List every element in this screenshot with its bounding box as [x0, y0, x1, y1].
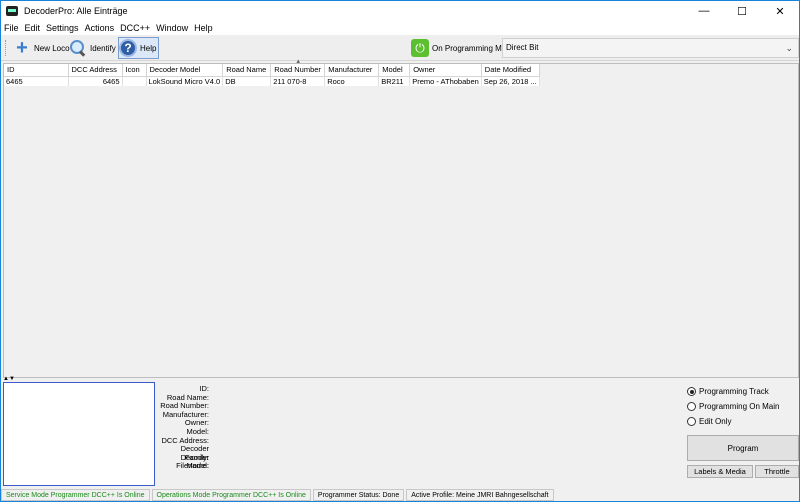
column-header-dcc-address[interactable]: DCC Address	[68, 64, 123, 77]
menu-settings[interactable]: Settings	[46, 23, 79, 33]
column-header-id[interactable]: ID	[4, 64, 69, 77]
details-pane: ID: Road Name: Road Number: Manufacturer…	[3, 382, 799, 488]
column-header-owner[interactable]: Owner	[409, 64, 482, 77]
detail-label-filename: Filename:	[176, 461, 209, 471]
radio-programming-track-label: Programming Track	[699, 387, 769, 396]
menu-actions[interactable]: Actions	[85, 23, 115, 33]
cell-decoder-model[interactable]: LokSound Micro V4.0	[146, 76, 224, 86]
column-header-date-modified[interactable]: Date Modified	[481, 64, 540, 77]
table-row[interactable]: 6465 6465 LokSound Micro V4.0 DB 211 070…	[4, 76, 540, 86]
column-header-road-number[interactable]: ▲ Road Number	[270, 59, 326, 77]
cell-road-number[interactable]: 211 070-8	[270, 76, 326, 86]
main-window: DecoderPro: Alle Einträge — ☐ ✕ File Edi…	[0, 0, 800, 502]
programming-mode-select[interactable]: Direct Bit ⌄	[502, 38, 799, 58]
maximize-button[interactable]: ☐	[723, 1, 761, 21]
identify-label: Identify	[90, 43, 116, 53]
radio-edit-only-circle[interactable]	[687, 417, 696, 426]
status-programmer: Programmer Status: Done	[312, 489, 405, 501]
menu-dccpp[interactable]: DCC++	[120, 23, 150, 33]
plus-icon: +	[16, 37, 28, 59]
programming-mode-value: Direct Bit	[506, 43, 539, 52]
status-operations-mode: Operations Mode Programmer DCC++ Is Onli…	[151, 489, 311, 501]
column-header-road-name[interactable]: Road Name	[222, 64, 272, 77]
cell-dcc-address[interactable]: 6465	[68, 76, 123, 86]
cell-icon[interactable]	[122, 76, 147, 86]
radio-programming-on-main-label: Programming On Main	[699, 402, 780, 411]
radio-programming-track-circle[interactable]	[687, 387, 696, 396]
radio-programming-on-main[interactable]: Programming On Main	[687, 399, 779, 414]
column-header-manufacturer[interactable]: Manufacturer	[324, 64, 380, 77]
radio-programming-track[interactable]: Programming Track	[687, 384, 779, 399]
menu-edit[interactable]: Edit	[25, 23, 41, 33]
toolbar-grip[interactable]	[5, 40, 8, 56]
app-icon	[6, 6, 18, 16]
title-bar: DecoderPro: Alle Einträge — ☐ ✕	[1, 1, 799, 21]
labels-media-button[interactable]: Labels & Media	[687, 465, 753, 478]
cell-id[interactable]: 6465	[4, 76, 69, 86]
table-header-row: ID DCC Address Icon Decoder Model Road N…	[4, 59, 540, 77]
menu-help[interactable]: Help	[194, 23, 213, 33]
new-loco-button[interactable]: + New Loco	[13, 37, 70, 59]
identify-button[interactable]: Identify	[69, 37, 116, 59]
window-controls: — ☐ ✕	[685, 1, 799, 21]
minimize-button[interactable]: —	[685, 1, 723, 21]
loco-image	[3, 382, 155, 486]
cell-owner[interactable]: Premo - AThobaben	[409, 76, 482, 86]
cell-date-modified[interactable]: Sep 26, 2018 ...	[481, 76, 540, 86]
new-loco-label: New Loco	[34, 43, 70, 53]
chevron-down-icon: ⌄	[785, 43, 793, 53]
status-bar: Service Mode Programmer DCC++ Is Online …	[1, 489, 799, 501]
help-label: Help	[140, 43, 157, 53]
throttle-button[interactable]: Throttle	[755, 465, 799, 478]
roster-table-area: ID DCC Address Icon Decoder Model Road N…	[3, 59, 799, 378]
power-icon: ⏻	[411, 39, 429, 57]
programming-mode-radios: Programming Track Programming On Main Ed…	[687, 384, 779, 429]
window-title: DecoderPro: Alle Einträge	[24, 6, 128, 16]
loco-details: ID: Road Name: Road Number: Manufacturer…	[157, 384, 209, 471]
column-header-icon[interactable]: Icon	[122, 64, 147, 77]
sort-ascending-icon: ▲	[295, 59, 302, 65]
cell-road-name[interactable]: DB	[222, 76, 272, 86]
program-button[interactable]: Program	[687, 435, 799, 461]
menu-bar: File Edit Settings Actions DCC++ Window …	[1, 21, 799, 35]
toolbar: + New Loco Identify ? Help ⏻ On Programm…	[1, 35, 799, 61]
status-service-mode: Service Mode Programmer DCC++ Is Online	[1, 489, 150, 501]
power-button[interactable]: ⏻ On Programming Mode	[411, 37, 515, 59]
menu-file[interactable]: File	[4, 23, 19, 33]
status-active-profile: Active Profile: Meine JMRI Bahngesellsch…	[406, 489, 554, 501]
column-header-model[interactable]: Model	[378, 64, 411, 77]
radio-edit-only-label: Edit Only	[699, 417, 732, 426]
cell-manufacturer[interactable]: Roco	[324, 76, 380, 86]
menu-window[interactable]: Window	[156, 23, 188, 33]
radio-programming-on-main-circle[interactable]	[687, 402, 696, 411]
magnifier-icon	[69, 39, 87, 57]
column-header-decoder-model[interactable]: Decoder Model	[146, 64, 224, 77]
close-button[interactable]: ✕	[761, 1, 799, 21]
help-icon: ?	[119, 39, 137, 57]
roster-table: ID DCC Address Icon Decoder Model Road N…	[4, 59, 540, 86]
help-button[interactable]: ? Help	[118, 37, 160, 59]
cell-model[interactable]: BR211	[378, 76, 411, 86]
radio-edit-only[interactable]: Edit Only	[687, 414, 779, 429]
